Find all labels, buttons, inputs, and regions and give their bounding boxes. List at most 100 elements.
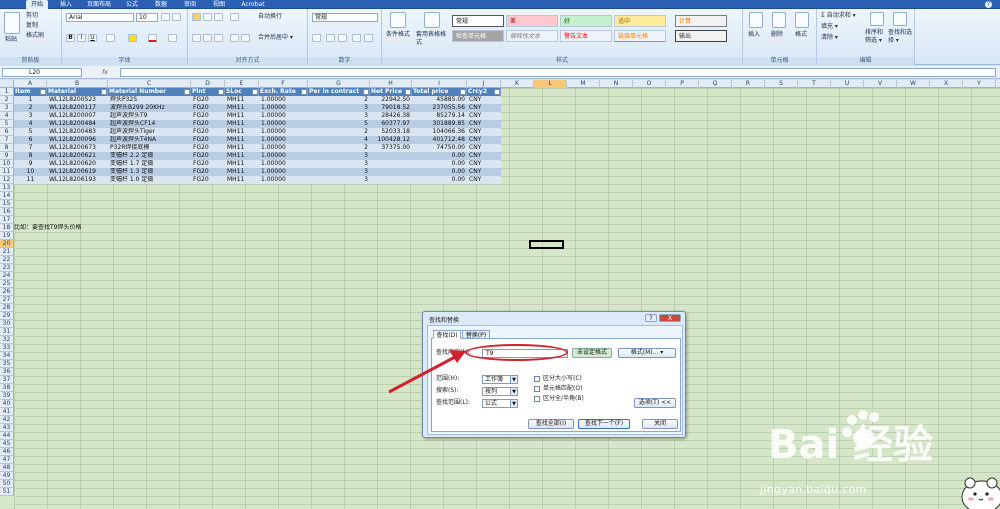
filter-dropdown-icon[interactable] [40,89,46,95]
comma-icon[interactable] [338,34,347,42]
table-cell[interactable]: 3 [308,160,370,168]
column-header-d[interactable]: D [191,80,225,88]
border-icon[interactable] [106,34,115,42]
row-header-24[interactable]: 24 [0,272,14,280]
table-header-cell[interactable]: Per in contract [308,88,370,96]
row-header-4[interactable]: 4 [0,112,14,120]
match-case-checkbox[interactable] [534,376,540,382]
table-cell[interactable] [370,176,412,184]
table-cell[interactable]: MH11 [225,168,259,176]
table-cell[interactable]: 10 [14,168,47,176]
row-header-30[interactable]: 30 [0,320,14,328]
table-cell[interactable]: WL12L8200117 [47,104,108,112]
column-header-o[interactable]: O [633,80,666,88]
insert-cells-icon[interactable] [749,12,763,28]
row-header-6[interactable]: 6 [0,128,14,136]
wrap-text-button[interactable]: 自动换行 [258,13,282,21]
format-painter-button[interactable]: 格式刷 [26,32,44,40]
row-header-42[interactable]: 42 [0,416,14,424]
row-header-31[interactable]: 31 [0,328,14,336]
column-header-x[interactable]: X [930,80,963,88]
chevron-down-icon[interactable]: ▼ [510,375,518,384]
row-header-22[interactable]: 22 [0,256,14,264]
table-cell[interactable]: 3 [14,112,47,120]
table-header-cell[interactable]: Material [47,88,108,96]
fill-color-icon[interactable] [128,34,137,42]
find-all-button[interactable]: 查找全部(I) [528,419,574,429]
tab-review[interactable]: 审阅 [179,0,201,9]
table-cell[interactable]: 1.00000 [259,160,308,168]
table-cell[interactable]: MH11 [225,120,259,128]
sort-filter-button[interactable]: 排序和筛选 ▾ [865,29,887,45]
paste-icon[interactable] [4,12,20,34]
style-calculation[interactable]: 计算 [675,15,727,27]
row-header-14[interactable]: 14 [0,192,14,200]
table-cell[interactable]: WL12L8200620 [47,160,108,168]
row-header-20[interactable]: 20 [0,240,14,248]
table-header-cell[interactable]: SLoc [225,88,259,96]
clear-button[interactable]: 清除 ▾ [821,34,838,42]
table-cell[interactable]: 5 [308,120,370,128]
row-header-27[interactable]: 27 [0,296,14,304]
column-header-h[interactable]: H [370,80,412,88]
align-right-icon[interactable] [214,34,223,42]
row-header-46[interactable]: 46 [0,448,14,456]
table-cell[interactable]: WL12L8200621 [47,152,108,160]
table-cell[interactable]: 1.00000 [259,112,308,120]
close-button[interactable]: 关闭 [642,419,678,429]
row-header-47[interactable]: 47 [0,456,14,464]
filter-dropdown-icon[interactable] [363,89,369,95]
underline-icon[interactable]: U [88,34,97,42]
style-linked-cell[interactable]: 链接单元格 [614,30,666,42]
table-cell[interactable]: 60377.97 [370,120,412,128]
filter-dropdown-icon[interactable] [494,89,500,95]
row-header-9[interactable]: 9 [0,152,14,160]
table-cell[interactable]: FG20 [191,168,225,176]
table-cell[interactable]: MH11 [225,112,259,120]
tab-find[interactable]: 查找(D) [433,330,461,339]
style-bad[interactable]: 差 [506,15,558,27]
align-middle-icon[interactable] [203,13,212,21]
table-cell[interactable] [370,168,412,176]
style-warning[interactable]: 警告文本 [560,30,612,42]
table-header-cell[interactable]: Material Number [108,88,191,96]
table-format-icon[interactable] [424,12,440,28]
table-cell[interactable]: MH11 [225,160,259,168]
table-cell[interactable]: P32R焊接底模 [108,144,191,152]
row-header-51[interactable]: 51 [0,488,14,496]
table-cell[interactable]: 1.00000 [259,152,308,160]
table-cell[interactable]: 7 [14,144,47,152]
table-cell[interactable]: 超声波焊头T4NA [108,136,191,144]
style-good[interactable]: 好 [560,15,612,27]
column-header-f[interactable]: F [259,80,308,88]
table-cell[interactable]: CNY [467,168,501,176]
row-header-11[interactable]: 11 [0,168,14,176]
table-header-cell[interactable]: Plnt [191,88,225,96]
table-cell[interactable]: FG20 [191,144,225,152]
table-cell[interactable]: 超声波焊头Tiger [108,128,191,136]
table-cell[interactable]: 2 [308,128,370,136]
column-header-i[interactable]: I [412,80,467,88]
column-header-v[interactable]: V [864,80,897,88]
bold-icon[interactable]: B [66,34,75,42]
copy-button[interactable]: 复制 [26,22,38,30]
column-header-s[interactable]: S [765,80,798,88]
row-header-16[interactable]: 16 [0,208,14,216]
column-header-c[interactable]: C [108,80,191,88]
table-cell[interactable]: 2 [14,104,47,112]
note-cell[interactable]: 比如：要查找T9焊头价格 [14,224,214,232]
table-cell[interactable]: MH11 [225,144,259,152]
table-cell[interactable]: FG20 [191,104,225,112]
table-cell[interactable]: 11 [14,176,47,184]
grow-font-icon[interactable] [161,13,170,21]
table-cell[interactable]: FG20 [191,128,225,136]
table-cell[interactable]: CNY [467,104,501,112]
table-cell[interactable]: CNY [467,136,501,144]
table-cell[interactable]: 1.00000 [259,144,308,152]
style-explanatory[interactable]: 解释性文本 [506,30,558,42]
find-next-button[interactable]: 查找下一个(F) [578,419,630,429]
table-cell[interactable]: 9 [14,160,47,168]
align-bottom-icon[interactable] [214,13,223,21]
table-cell[interactable]: 8 [14,152,47,160]
table-cell[interactable]: 85279.14 [412,112,467,120]
